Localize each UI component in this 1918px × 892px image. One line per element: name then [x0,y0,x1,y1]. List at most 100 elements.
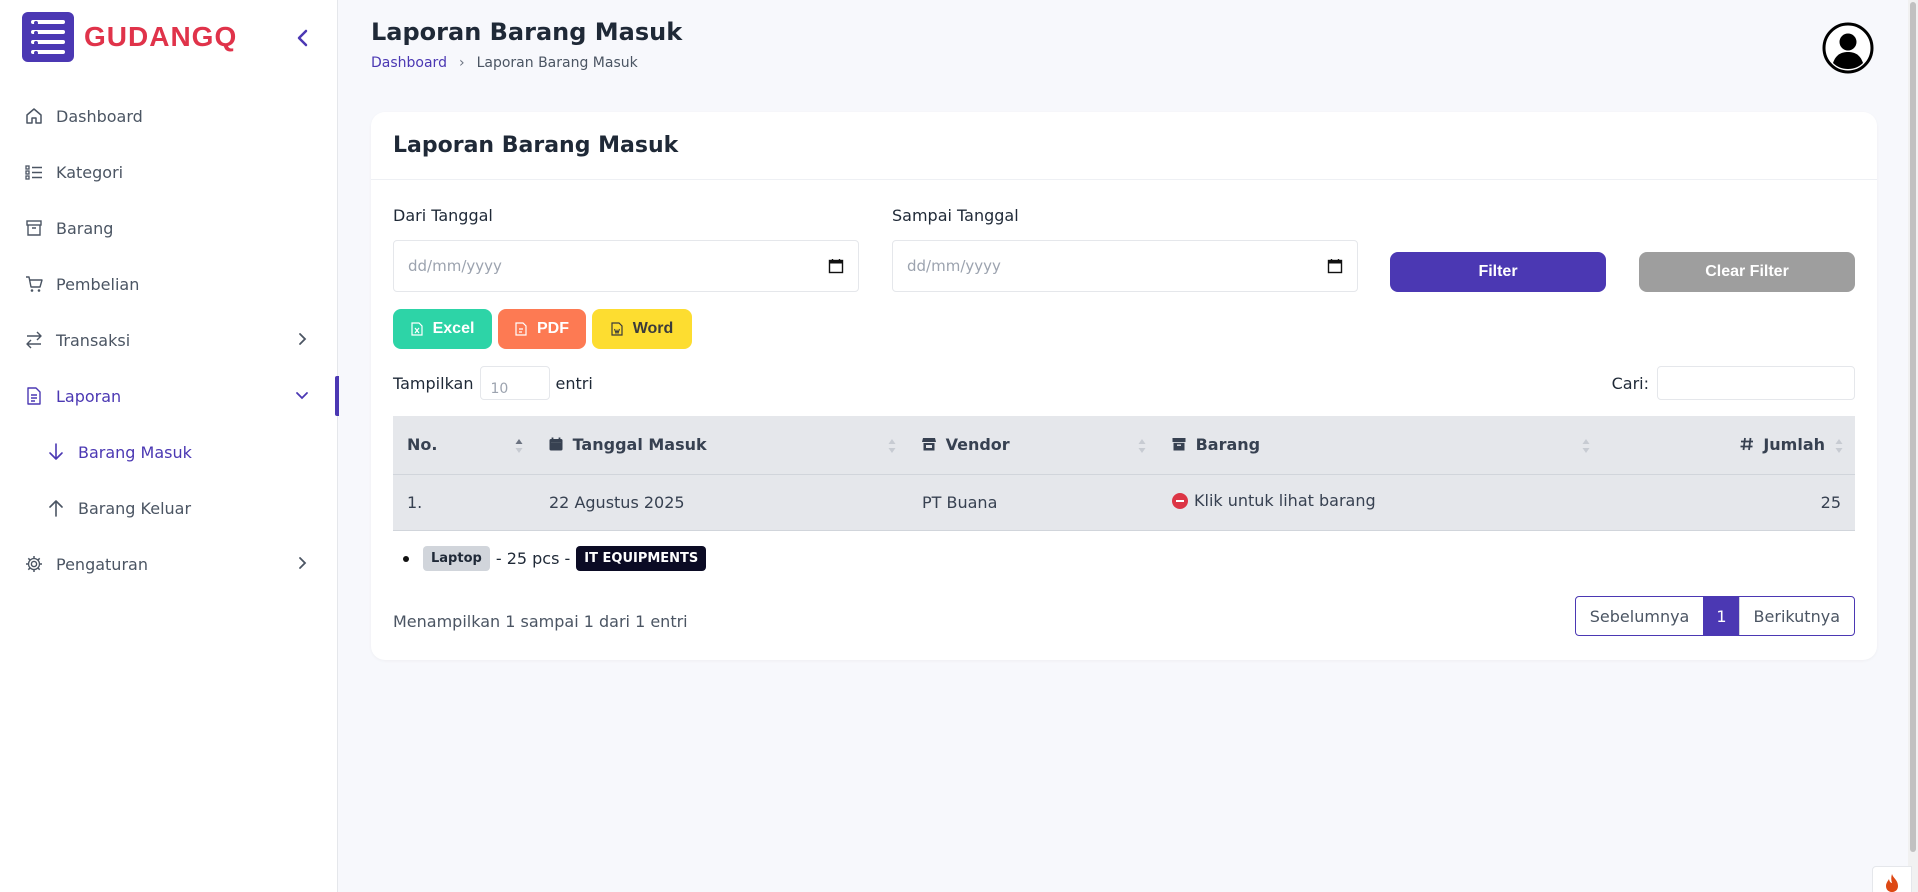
sort-icon [1582,439,1590,453]
sidebar-item-label: Laporan [56,386,122,406]
calendar-icon[interactable] [828,258,844,274]
export-word-button[interactable]: Word [592,309,692,349]
file-excel-icon [410,322,423,336]
page-length-suffix: entri [555,373,593,393]
export-pdf-button[interactable]: PDF [498,309,586,349]
column-header-barang[interactable]: Barang [1158,416,1602,474]
sidebar-nav: Dashboard Kategori Barang Pembelian Tran… [0,88,339,592]
item-quantity: - 25 pcs - [495,549,571,568]
from-date-placeholder: dd/mm/yyyy [408,257,502,275]
page-scrollbar[interactable] [1908,0,1918,892]
flame-icon [1886,874,1898,892]
page-length-select[interactable]: 10 [479,366,550,400]
scrollbar-thumb[interactable] [1910,2,1916,852]
pagination-next-button[interactable]: Berikutnya [1740,597,1854,635]
page-length-control: Tampilkan 10 entri [393,366,593,400]
category-badge: IT EQUIPMENTS [576,546,707,571]
filter-button[interactable]: Filter [1390,252,1606,292]
sidebar-item-label: Pengaturan [56,554,148,574]
file-word-icon [611,322,623,336]
sidebar-item-dashboard[interactable]: Dashboard [0,88,338,144]
page-title: Laporan Barang Masuk [371,18,683,46]
export-excel-label: Excel [432,320,475,337]
search-input[interactable] [1657,366,1855,400]
clear-filter-button[interactable]: Clear Filter [1639,252,1855,292]
user-avatar-icon[interactable] [1822,22,1874,74]
breadcrumb-home-link[interactable]: Dashboard [371,55,447,71]
sidebar-item-laporan[interactable]: Laporan [0,368,339,424]
cart-icon [24,274,44,294]
cell-barang: Klik untuk lihat barang [1158,474,1602,530]
sidebar-item-label: Transaksi [56,330,131,350]
sidebar-subitem-barang-keluar[interactable]: Barang Keluar [0,480,338,536]
debug-toolbar-button[interactable] [1872,866,1912,892]
brand-name: GUDANGQ [84,21,238,52]
column-header-vendor[interactable]: Vendor [908,416,1158,474]
calendar-icon [549,437,563,451]
sidebar: GUDANGQ Dashboard Kategori Barang Pembel… [0,0,339,892]
page-length-value: 10 [490,381,509,397]
column-header-label: No. [407,435,438,455]
pagination: Sebelumnya 1 Berikutnya [1574,596,1855,636]
box-icon [1172,438,1186,451]
pagination-page-1[interactable]: 1 [1703,597,1740,635]
document-icon [24,386,44,406]
sort-icon [888,439,896,453]
column-header-label: Vendor [945,435,1010,455]
store-icon [922,438,936,451]
breadcrumb: Dashboard › Laporan Barang Masuk [371,55,638,71]
sidebar-item-transaksi[interactable]: Transaksi [0,312,338,368]
page-length-prefix: Tampilkan [393,373,474,393]
minus-circle-icon [1172,492,1188,509]
table-row: 1. 22 Agustus 2025 PT Buana Klik untuk l… [393,474,1855,530]
sort-icon [1835,439,1843,453]
home-icon [24,106,44,126]
brand[interactable]: GUDANGQ [22,12,237,62]
file-pdf-icon [515,322,527,336]
export-excel-button[interactable]: Excel [393,309,492,349]
sort-asc-icon [515,439,523,453]
pagination-prev-button[interactable]: Sebelumnya [1576,597,1704,635]
sidebar-item-label: Kategori [56,162,124,182]
column-header-no[interactable]: No. [393,416,535,474]
sidebar-item-pengaturan[interactable]: Pengaturan [0,536,338,592]
cell-no: 1. [407,492,423,512]
sidebar-item-barang[interactable]: Barang [0,200,338,256]
box-icon [24,218,44,238]
report-card: Laporan Barang Masuk Dari Tanggal dd/mm/… [371,112,1877,660]
hashtag-icon [1740,438,1753,451]
breadcrumb-current: Laporan Barang Masuk [476,55,638,71]
collapse-sidebar-button[interactable] [292,26,314,50]
sidebar-item-pembelian[interactable]: Pembelian [0,256,338,312]
to-date-placeholder: dd/mm/yyyy [907,257,1001,275]
cell-tanggal: 22 Agustus 2025 [549,492,685,512]
from-date-label: Dari Tanggal [393,206,493,225]
arrow-down-icon [46,442,66,462]
to-date-input[interactable]: dd/mm/yyyy [892,240,1358,292]
chevron-right-icon: › [458,55,465,71]
cell-vendor: PT Buana [922,492,998,512]
list-icon [24,162,44,182]
export-pdf-label: PDF [537,320,569,337]
column-header-label: Barang [1195,435,1261,455]
chevron-down-icon [296,392,308,400]
toggle-barang-details[interactable]: Klik untuk lihat barang [1172,491,1376,510]
sidebar-item-kategori[interactable]: Kategori [0,144,338,200]
column-header-tanggal-masuk[interactable]: Tanggal Masuk [535,416,908,474]
barang-detail-item: Laptop - 25 pcs - IT EQUIPMENTS [403,546,707,571]
server-logo-icon [22,12,74,62]
sidebar-subitem-label: Barang Keluar [78,498,192,518]
card-title: Laporan Barang Masuk [393,133,679,158]
column-header-jumlah[interactable]: Jumlah [1602,416,1855,474]
sidebar-item-label: Dashboard [56,106,143,126]
report-table: No. Tanggal Masuk Vendor Barang Jumlah 1… [393,416,1855,531]
column-header-label: Jumlah [1763,435,1825,455]
calendar-icon[interactable] [1327,258,1343,274]
sidebar-subitem-barang-masuk[interactable]: Barang Masuk [0,424,338,480]
bullet-icon [403,555,409,562]
barang-link-label: Klik untuk lihat barang [1194,491,1376,511]
gear-icon [24,554,44,574]
from-date-input[interactable]: dd/mm/yyyy [393,240,859,292]
table-search: Cari: [1612,366,1855,400]
arrow-up-icon [46,498,66,518]
